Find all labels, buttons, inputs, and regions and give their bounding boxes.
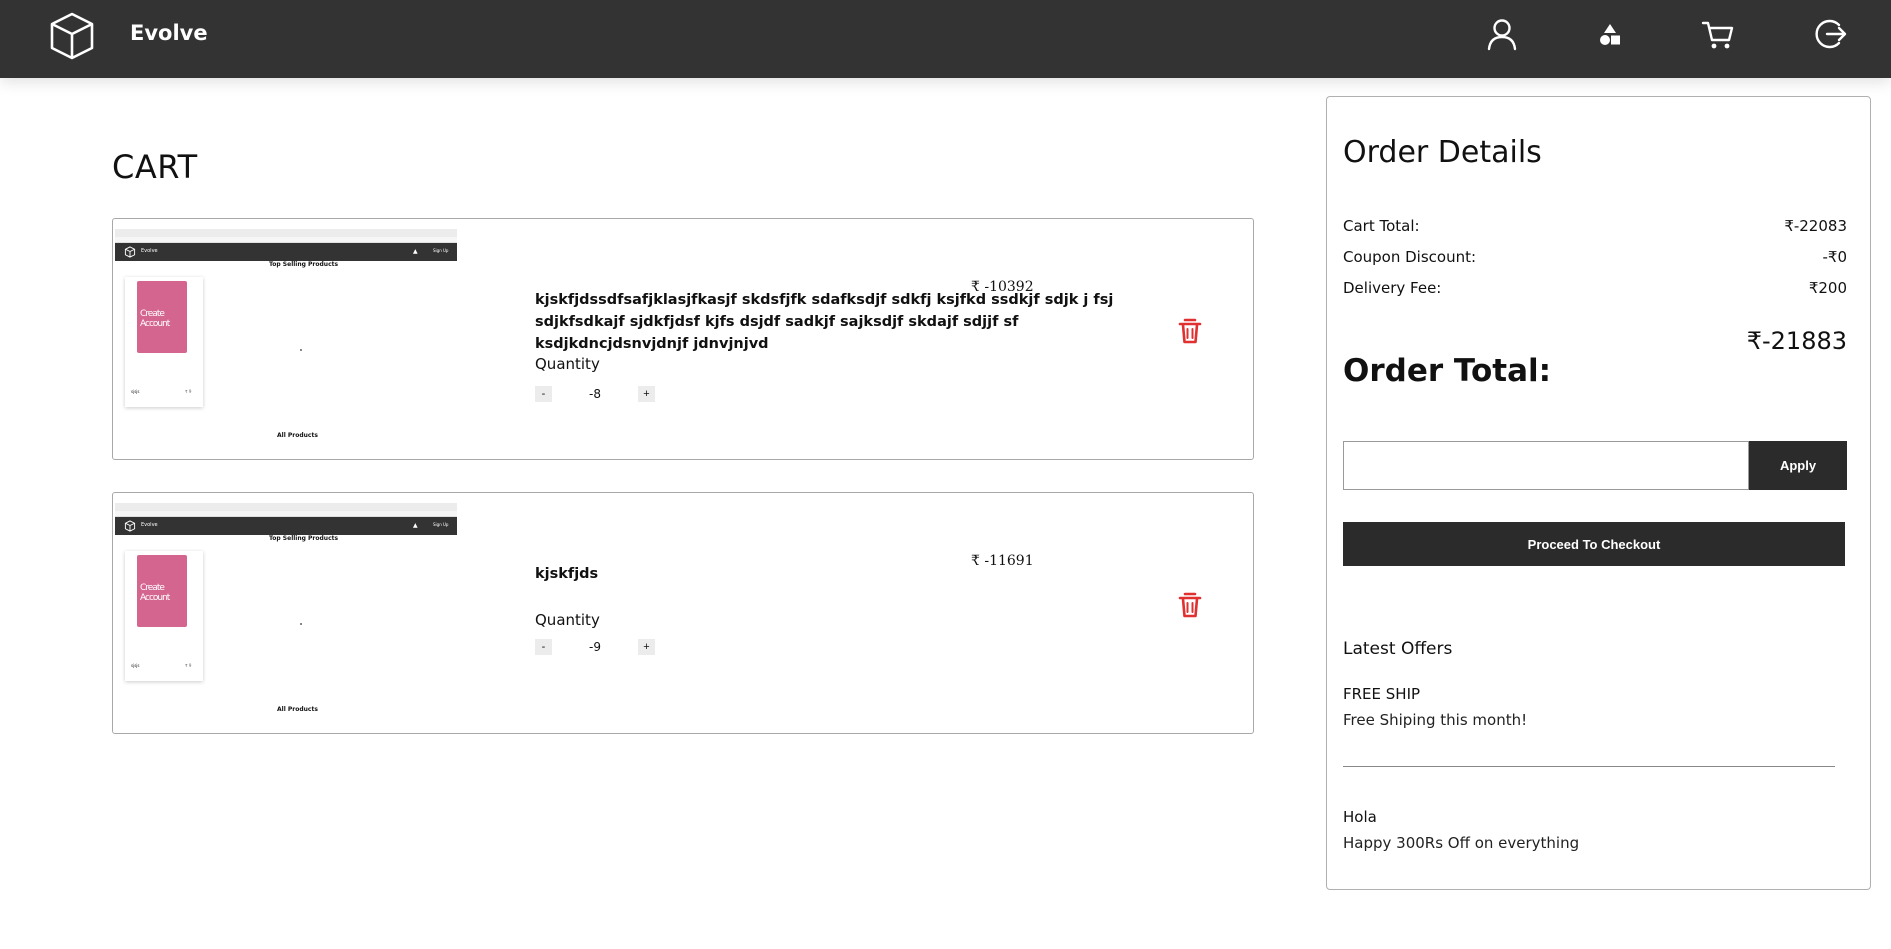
cart-item: Evolve ▲ Sign Up Top Selling Products Cr… [112,492,1254,734]
quantity-stepper: - -9 + [535,639,655,655]
trash-icon[interactable] [1177,317,1203,345]
delivery-fee-value: ₹200 [1808,279,1847,297]
cart-item: Evolve ▲ Sign Up Top Selling Products Cr… [112,218,1254,460]
order-details-title: Order Details [1343,135,1542,170]
user-icon[interactable] [1484,16,1520,52]
brand-name[interactable]: Evolve [130,20,208,46]
product-name: kjskfjds [535,566,599,582]
coupon-discount-row: Coupon Discount: -₹0 [1343,248,1847,266]
decrease-quantity-button[interactable]: - [535,386,552,402]
cart-total-value: ₹-22083 [1784,217,1847,235]
offer-divider [1343,766,1835,767]
cart-icon[interactable] [1700,16,1736,52]
order-total-label: Order Total: [1343,353,1552,389]
product-thumbnail: Evolve ▲ Sign Up Top Selling Products Cr… [115,503,457,723]
trash-icon[interactable] [1177,591,1203,619]
quantity-value: -8 [589,387,601,401]
latest-offers-title: Latest Offers [1343,639,1453,659]
proceed-to-checkout-button[interactable]: Proceed To Checkout [1343,522,1845,566]
product-name: kjskfjdssdfsafjklasjfkasjf skdsfjfk sdaf… [535,292,1114,352]
cube-logo-icon[interactable] [46,10,98,62]
cart-title: CART [112,148,198,186]
order-details-panel: Order Details Cart Total: ₹-22083 Coupon… [1326,96,1871,890]
product-price: ₹ -11691 [971,553,1034,569]
shapes-icon[interactable] [1592,16,1628,52]
delivery-fee-label: Delivery Fee: [1343,279,1442,297]
coupon-input[interactable] [1343,441,1749,490]
increase-quantity-button[interactable]: + [638,386,655,402]
quantity-value: -9 [589,640,601,654]
decrease-quantity-button[interactable]: - [535,639,552,655]
apply-coupon-button[interactable]: Apply [1749,441,1847,490]
product-thumbnail: Evolve ▲ Sign Up Top Selling Products Cr… [115,229,457,449]
cart-total-row: Cart Total: ₹-22083 [1343,217,1847,235]
offer-description: Free Shiping this month! [1343,711,1528,729]
top-navbar: Evolve [0,0,1891,78]
quantity-stepper: - -8 + [535,386,655,402]
offer-code: Hola [1343,808,1377,826]
quantity-label: Quantity [535,611,600,629]
increase-quantity-button[interactable]: + [638,639,655,655]
coupon-discount-label: Coupon Discount: [1343,248,1477,266]
logout-icon[interactable] [1812,16,1848,52]
product-price: ₹ -10392 [971,279,1034,295]
quantity-label: Quantity [535,355,600,373]
delivery-fee-row: Delivery Fee: ₹200 [1343,279,1847,297]
offer-description: Happy 300Rs Off on everything [1343,834,1580,852]
coupon-discount-value: -₹0 [1822,248,1848,266]
offer-code: FREE SHIP [1343,685,1421,703]
cart-total-label: Cart Total: [1343,217,1420,235]
order-total-value: ₹-21883 [1746,327,1847,355]
